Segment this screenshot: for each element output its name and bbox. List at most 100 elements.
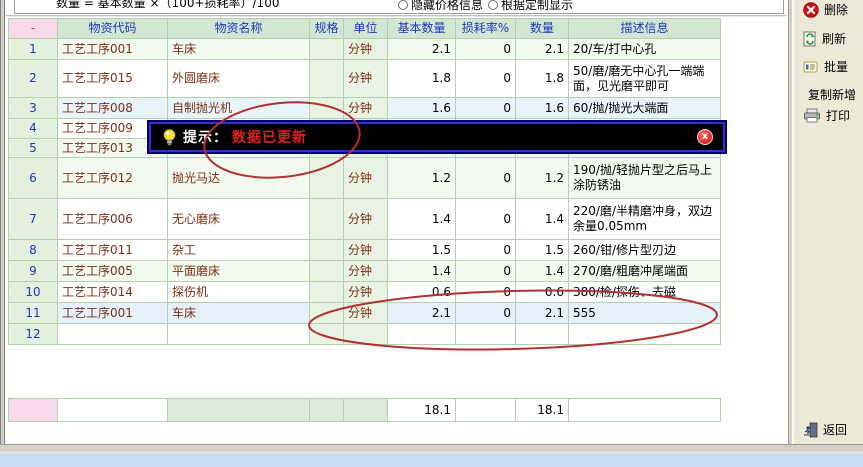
cell-desc[interactable]: 190/抛/轻抛片型之后马上涂防锈油 (569, 158, 721, 199)
table-row[interactable]: 8工艺工序011杂工分钟1.501.5260/钳/修片型刃边 (9, 240, 721, 261)
cell-spec[interactable] (310, 199, 344, 240)
cell-desc[interactable] (569, 324, 721, 345)
cell-name[interactable]: 抛光马达 (168, 158, 310, 199)
cell-code[interactable]: 工艺工序011 (58, 240, 168, 261)
cell-code[interactable]: 工艺工序015 (58, 60, 168, 98)
column-header-code[interactable]: 物资代码 (58, 19, 168, 39)
cell-basic_qty[interactable]: 1.4 (388, 199, 456, 240)
cell-loss_rate[interactable]: 0 (456, 39, 516, 60)
cell-name[interactable]: 平面磨床 (168, 261, 310, 282)
cell-spec[interactable] (310, 60, 344, 98)
close-icon[interactable]: x (697, 129, 713, 145)
cell-loss_rate[interactable]: 0 (456, 158, 516, 199)
batch-button[interactable]: 批量 (803, 58, 848, 75)
cell-num[interactable]: 3 (9, 98, 58, 119)
radio-custom-display[interactable]: 根据定制显示 (488, 0, 573, 14)
cell-unit[interactable]: 分钟 (344, 240, 388, 261)
column-header-loss_rate[interactable]: 损耗率% (456, 19, 516, 39)
cell-spec[interactable] (310, 261, 344, 282)
cell-loss_rate[interactable]: 0 (456, 199, 516, 240)
cell-name[interactable] (168, 324, 310, 345)
cell-qty[interactable]: 1.8 (516, 60, 569, 98)
cell-code[interactable] (58, 324, 168, 345)
cell-num[interactable]: 1 (9, 39, 58, 60)
cell-qty[interactable]: 0.6 (516, 282, 569, 303)
cell-name[interactable]: 自制抛光机 (168, 98, 310, 119)
cell-unit[interactable]: 分钟 (344, 199, 388, 240)
cell-num[interactable]: 5 (9, 139, 58, 158)
radio-hide-price-info[interactable]: 隐藏价格信息 (398, 0, 483, 14)
cell-num[interactable]: 12 (9, 324, 58, 345)
cell-spec[interactable] (310, 158, 344, 199)
cell-unit[interactable] (344, 324, 388, 345)
cell-spec[interactable] (310, 282, 344, 303)
return-button[interactable]: 返回 (803, 421, 847, 438)
cell-loss_rate[interactable]: 0 (456, 261, 516, 282)
refresh-button[interactable]: 刷新 (803, 30, 846, 47)
column-header-num[interactable]: - (9, 19, 58, 39)
cell-unit[interactable]: 分钟 (344, 98, 388, 119)
column-header-desc[interactable]: 描述信息 (569, 19, 721, 39)
print-button[interactable]: 打印 (803, 107, 850, 124)
table-row[interactable]: 2工艺工序015外圆磨床分钟1.801.850/磨/磨无中心孔一端端面，见光磨平… (9, 60, 721, 98)
cell-desc[interactable]: 60/抛/抛光大端面 (569, 98, 721, 119)
table-row[interactable]: 11工艺工序001车床分钟2.102.1555 (9, 303, 721, 324)
cell-code[interactable]: 工艺工序014 (58, 282, 168, 303)
cell-code[interactable]: 工艺工序006 (58, 199, 168, 240)
column-header-spec[interactable]: 规格 (310, 19, 344, 39)
cell-qty[interactable]: 2.1 (516, 39, 569, 60)
cell-unit[interactable]: 分钟 (344, 158, 388, 199)
cell-num[interactable]: 11 (9, 303, 58, 324)
table-row[interactable]: 3工艺工序008自制抛光机分钟1.601.660/抛/抛光大端面 (9, 98, 721, 119)
cell-name[interactable]: 外圆磨床 (168, 60, 310, 98)
cell-loss_rate[interactable]: 0 (456, 60, 516, 98)
cell-spec[interactable] (310, 39, 344, 60)
delete-button[interactable]: 删除 (803, 1, 848, 18)
cell-name[interactable]: 车床 (168, 303, 310, 324)
cell-basic_qty[interactable]: 0.6 (388, 282, 456, 303)
cell-basic_qty[interactable]: 1.6 (388, 98, 456, 119)
cell-unit[interactable]: 分钟 (344, 39, 388, 60)
cell-desc[interactable]: 260/钳/修片型刃边 (569, 240, 721, 261)
radio-circle-icon[interactable] (488, 0, 498, 10)
cell-num[interactable]: 2 (9, 60, 58, 98)
cell-unit[interactable]: 分钟 (344, 261, 388, 282)
cell-desc[interactable]: 220/磨/半精磨冲身，双边余量0.05mm (569, 199, 721, 240)
cell-num[interactable]: 6 (9, 158, 58, 199)
cell-desc[interactable]: 270/磨/粗磨冲尾端面 (569, 261, 721, 282)
cell-loss_rate[interactable]: 0 (456, 282, 516, 303)
cell-qty[interactable]: 1.2 (516, 158, 569, 199)
cell-code[interactable]: 工艺工序008 (58, 98, 168, 119)
cell-qty[interactable]: 1.5 (516, 240, 569, 261)
cell-qty[interactable]: 1.4 (516, 261, 569, 282)
cell-unit[interactable]: 分钟 (344, 282, 388, 303)
cell-loss_rate[interactable] (456, 324, 516, 345)
cell-basic_qty[interactable] (388, 324, 456, 345)
cell-spec[interactable] (310, 98, 344, 119)
cell-code[interactable]: 工艺工序001 (58, 39, 168, 60)
cell-qty[interactable]: 2.1 (516, 303, 569, 324)
cell-name[interactable]: 杂工 (168, 240, 310, 261)
cell-name[interactable]: 车床 (168, 39, 310, 60)
column-header-qty[interactable]: 数量 (516, 19, 569, 39)
cell-basic_qty[interactable]: 2.1 (388, 39, 456, 60)
cell-unit[interactable]: 分钟 (344, 303, 388, 324)
cell-basic_qty[interactable]: 1.8 (388, 60, 456, 98)
cell-unit[interactable]: 分钟 (344, 60, 388, 98)
table-row[interactable]: 12 (9, 324, 721, 345)
cell-loss_rate[interactable]: 0 (456, 98, 516, 119)
cell-num[interactable]: 10 (9, 282, 58, 303)
cell-code[interactable]: 工艺工序012 (58, 158, 168, 199)
cell-code[interactable]: 工艺工序001 (58, 303, 168, 324)
cell-desc[interactable]: 20/车/打中心孔 (569, 39, 721, 60)
column-header-name[interactable]: 物资名称 (168, 19, 310, 39)
table-row[interactable]: 9工艺工序005平面磨床分钟1.401.4270/磨/粗磨冲尾端面 (9, 261, 721, 282)
cell-basic_qty[interactable]: 1.2 (388, 158, 456, 199)
cell-spec[interactable] (310, 324, 344, 345)
cell-qty[interactable]: 1.4 (516, 199, 569, 240)
cell-name[interactable]: 无心磨床 (168, 199, 310, 240)
cell-qty[interactable] (516, 324, 569, 345)
cell-basic_qty[interactable]: 1.5 (388, 240, 456, 261)
column-header-basic_qty[interactable]: 基本数量 (388, 19, 456, 39)
table-row[interactable]: 1工艺工序001车床分钟2.102.120/车/打中心孔 (9, 39, 721, 60)
